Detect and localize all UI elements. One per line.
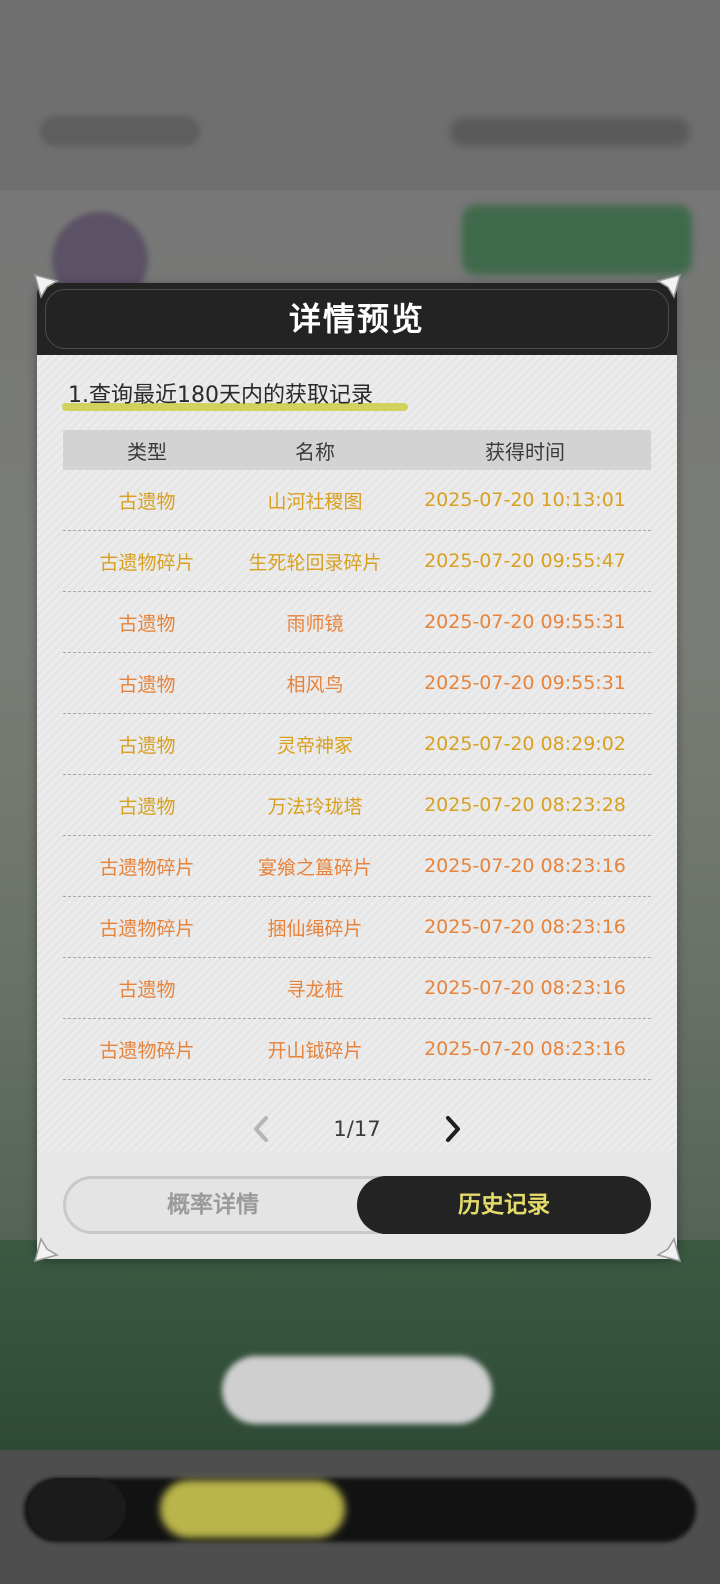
row-time: 2025-07-20 08:23:16 bbox=[424, 855, 626, 877]
row-time: 2025-07-20 08:23:16 bbox=[424, 1038, 626, 1060]
row-type: 古遗物 bbox=[118, 734, 176, 757]
header-type: 类型 bbox=[127, 439, 167, 464]
table-row: 古遗物 相风鸟 2025-07-20 09:55:31 bbox=[63, 653, 651, 714]
table-header: 类型 名称 获得时间 bbox=[63, 430, 651, 470]
row-name: 雨师镜 bbox=[286, 612, 344, 635]
corner-ornament-icon bbox=[33, 1237, 59, 1263]
row-type: 古遗物碎片 bbox=[99, 856, 195, 879]
row-type: 古遗物 bbox=[118, 795, 176, 818]
table-row: 古遗物碎片 生死轮回录碎片 2025-07-20 09:55:47 bbox=[63, 531, 651, 592]
row-type: 古遗物 bbox=[118, 978, 176, 1001]
row-name: 宴飨之簋碎片 bbox=[257, 856, 372, 879]
row-time: 2025-07-20 09:55:31 bbox=[424, 611, 626, 633]
page-indicator: 1/17 bbox=[333, 1117, 381, 1141]
table-row: 古遗物 万法玲珑塔 2025-07-20 08:23:28 bbox=[63, 775, 651, 836]
chevron-left-icon[interactable] bbox=[247, 1113, 277, 1145]
table-row: 古遗物碎片 宴飨之簋碎片 2025-07-20 08:23:16 bbox=[63, 836, 651, 897]
dialog-header: 详情预览 bbox=[37, 283, 677, 355]
row-name: 捆仙绳碎片 bbox=[267, 917, 363, 940]
table-row: 古遗物 灵帝神冢 2025-07-20 08:29:02 bbox=[63, 714, 651, 775]
row-type: 古遗物碎片 bbox=[99, 1039, 195, 1062]
table-row: 古遗物 山河社稷图 2025-07-20 10:13:01 bbox=[63, 470, 651, 531]
row-time: 2025-07-20 09:55:47 bbox=[424, 550, 626, 572]
row-type: 古遗物 bbox=[118, 612, 176, 635]
table-row: 古遗物碎片 开山钺碎片 2025-07-20 08:23:16 bbox=[63, 1019, 651, 1080]
row-type: 古遗物碎片 bbox=[99, 551, 195, 574]
history-table: 类型 名称 获得时间 古遗物 山河社稷图 2025-07-20 10:13:01… bbox=[63, 430, 651, 1080]
row-type: 古遗物 bbox=[118, 490, 176, 513]
header-time: 获得时间 bbox=[485, 439, 565, 464]
corner-ornament-icon bbox=[33, 273, 59, 299]
row-name: 开山钺碎片 bbox=[267, 1039, 363, 1062]
row-name: 山河社稷图 bbox=[267, 490, 363, 513]
table-row: 古遗物 雨师镜 2025-07-20 09:55:31 bbox=[63, 592, 651, 653]
header-name: 名称 bbox=[295, 439, 335, 464]
row-name: 万法玲珑塔 bbox=[267, 795, 363, 818]
row-time: 2025-07-20 08:29:02 bbox=[424, 733, 626, 755]
row-time: 2025-07-20 08:23:16 bbox=[424, 977, 626, 999]
details-preview-dialog: 详情预览 1.查询最近180天内的获取记录 类型 名称 获得时间 古遗物 山河社… bbox=[37, 283, 677, 1259]
row-type: 古遗物 bbox=[118, 673, 176, 696]
tab-history[interactable]: 历史记录 bbox=[357, 1176, 651, 1234]
table-row: 古遗物碎片 捆仙绳碎片 2025-07-20 08:23:16 bbox=[63, 897, 651, 958]
chevron-right-icon[interactable] bbox=[437, 1113, 467, 1145]
row-type: 古遗物碎片 bbox=[99, 917, 195, 940]
row-name: 灵帝神冢 bbox=[276, 734, 353, 757]
row-name: 生死轮回录碎片 bbox=[248, 551, 382, 574]
pagination: 1/17 bbox=[37, 1103, 677, 1153]
corner-ornament-icon bbox=[656, 273, 682, 299]
row-name: 寻龙桩 bbox=[286, 978, 344, 1001]
row-name: 相风鸟 bbox=[286, 673, 344, 696]
row-time: 2025-07-20 08:23:16 bbox=[424, 916, 626, 938]
tab-probability-details[interactable]: 概率详情 bbox=[66, 1176, 360, 1234]
query-note: 1.查询最近180天内的获取记录 bbox=[68, 383, 373, 408]
table-row: 古遗物 寻龙桩 2025-07-20 08:23:16 bbox=[63, 958, 651, 1019]
dialog-title: 详情预览 bbox=[288, 300, 425, 338]
row-time: 2025-07-20 10:13:01 bbox=[424, 489, 626, 511]
tab-switcher: 概率详情 历史记录 bbox=[63, 1176, 651, 1234]
corner-ornament-icon bbox=[656, 1237, 682, 1263]
row-time: 2025-07-20 09:55:31 bbox=[424, 672, 626, 694]
row-time: 2025-07-20 08:23:28 bbox=[424, 794, 626, 816]
